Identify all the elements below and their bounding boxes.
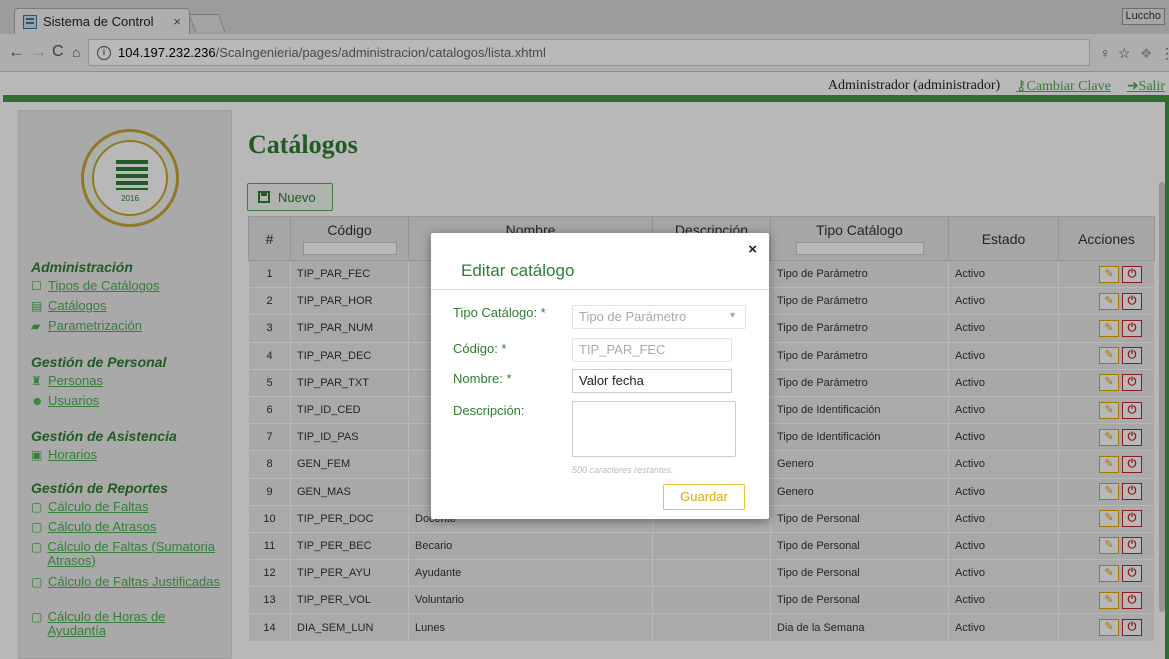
nombre-field[interactable]: Valor fecha <box>572 369 732 393</box>
tipo-catalogo-value: Tipo de Parámetro <box>579 309 687 324</box>
chevron-down-icon: ▼ <box>728 310 737 320</box>
close-icon[interactable]: × <box>748 241 757 258</box>
dialog-title: Editar catálogo <box>461 261 575 280</box>
edit-catalog-dialog: × Editar catálogo Tipo Catálogo: * Tipo … <box>431 233 769 519</box>
save-button[interactable]: Guardar <box>663 484 745 510</box>
chars-remaining: 500 caracteres restantes. <box>572 465 674 475</box>
tipo-catalogo-select[interactable]: Tipo de Parámetro ▼ <box>572 305 746 329</box>
codigo-label: Código: * <box>453 341 507 356</box>
descripcion-textarea[interactable] <box>572 401 736 457</box>
nombre-label: Nombre: * <box>453 371 512 386</box>
tipo-catalogo-label: Tipo Catálogo: * <box>453 305 546 320</box>
dialog-divider <box>431 289 769 290</box>
descripcion-label: Descripción: <box>453 403 525 418</box>
codigo-field[interactable]: TIP_PAR_FEC <box>572 338 732 362</box>
